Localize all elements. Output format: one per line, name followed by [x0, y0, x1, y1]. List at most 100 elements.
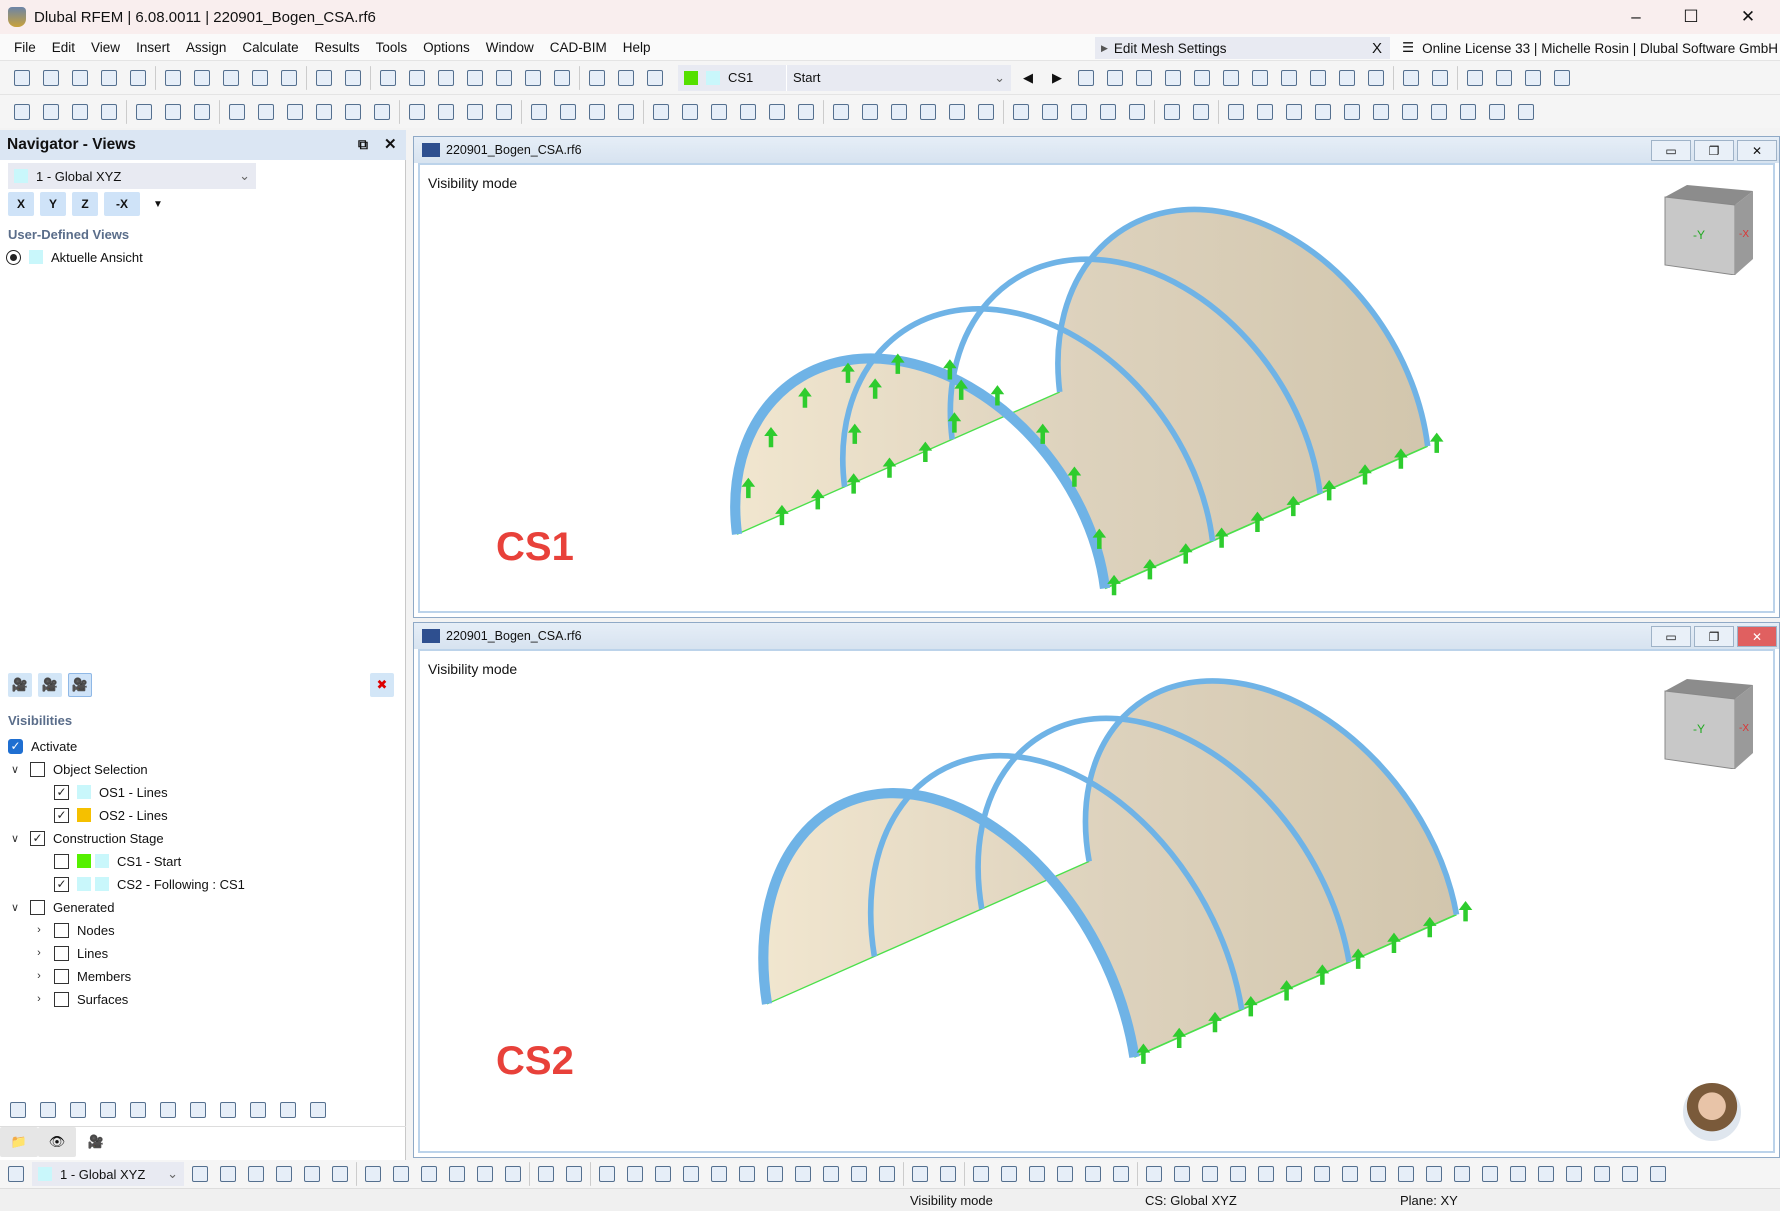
main-tool-icon-22[interactable] — [643, 66, 667, 90]
snap-tool-icon-15[interactable] — [595, 1162, 619, 1186]
snap-tool-icon-46[interactable] — [1478, 1162, 1502, 1186]
edit-tool-icon-6[interactable] — [161, 100, 185, 124]
bottom-view-select[interactable]: 1 - Global XYZ ⌄ — [32, 1162, 184, 1186]
view-axis-x-button[interactable]: X — [8, 192, 34, 216]
tree-checkbox[interactable] — [54, 945, 69, 961]
result-tool-icon-12[interactable] — [1399, 66, 1423, 90]
navigator-tool-icon-9[interactable] — [246, 1098, 270, 1122]
snap-tool-icon-39[interactable] — [1282, 1162, 1306, 1186]
navigator-tool-icon-2[interactable] — [36, 1098, 60, 1122]
main-tool-icon-21[interactable] — [614, 66, 638, 90]
edit-tool-icon-8[interactable] — [225, 100, 249, 124]
stage-name-select[interactable]: Start ⌄ — [786, 64, 1011, 91]
edit-tool-icon-46[interactable] — [1369, 100, 1393, 124]
support-arrow-icon[interactable] — [1429, 432, 1444, 453]
vault-surface[interactable] — [735, 209, 1428, 589]
snap-tool-icon-25[interactable] — [875, 1162, 899, 1186]
edit-tool-icon-20[interactable] — [585, 100, 609, 124]
previous-stage-icon[interactable]: ◀ — [1016, 66, 1040, 90]
menu-view[interactable]: View — [83, 40, 128, 55]
search-list-icon[interactable]: ☰ — [1402, 40, 1414, 56]
navigation-cube[interactable]: -Y -X — [1657, 677, 1753, 770]
menu-cad-bim[interactable]: CAD-BIM — [542, 40, 615, 55]
edit-tool-icon-2[interactable] — [39, 100, 63, 124]
main-tool-icon-3[interactable] — [68, 66, 92, 90]
snap-tool-icon-38[interactable] — [1254, 1162, 1278, 1186]
tab-views-camera-icon[interactable]: 🎥 — [76, 1127, 116, 1157]
edit-tool-icon-5[interactable] — [132, 100, 156, 124]
edit-tool-icon-11[interactable] — [312, 100, 336, 124]
main-tool-icon-11[interactable] — [312, 66, 336, 90]
tree-checkbox[interactable] — [54, 807, 69, 823]
main-tool-icon-15[interactable] — [434, 66, 458, 90]
snap-tool-icon-19[interactable] — [707, 1162, 731, 1186]
snap-tool-icon-52[interactable] — [1646, 1162, 1670, 1186]
construction-stage-select[interactable]: CS1 — [678, 64, 786, 91]
snap-tool-icon-29[interactable] — [997, 1162, 1021, 1186]
edit-tool-icon-13[interactable] — [370, 100, 394, 124]
snap-tool-icon-27[interactable] — [936, 1162, 960, 1186]
edit-tool-icon-29[interactable] — [858, 100, 882, 124]
snap-tool-icon-17[interactable] — [651, 1162, 675, 1186]
view-axis-z-button[interactable]: Z — [72, 192, 98, 216]
edit-tool-icon-9[interactable] — [254, 100, 278, 124]
edit-tool-icon-31[interactable] — [916, 100, 940, 124]
activate-checkbox[interactable] — [8, 738, 23, 754]
viewport-close-button[interactable]: ✕ — [1737, 626, 1777, 647]
float-panel-icon[interactable]: ⧉ — [358, 136, 368, 153]
viewport-minimize-button[interactable]: ▭ — [1651, 626, 1691, 647]
edit-tool-icon-33[interactable] — [974, 100, 998, 124]
snap-tool-icon-43[interactable] — [1394, 1162, 1418, 1186]
snap-tool-icon-11[interactable] — [473, 1162, 497, 1186]
tree-checkbox[interactable] — [30, 899, 45, 915]
tree-checkbox[interactable] — [54, 968, 69, 984]
menu-edit[interactable]: Edit — [44, 40, 83, 55]
main-tool-icon-18[interactable] — [521, 66, 545, 90]
chevron-right-icon[interactable]: › — [30, 947, 48, 959]
snap-tool-icon-8[interactable] — [389, 1162, 413, 1186]
chevron-down-icon[interactable]: ∨ — [6, 901, 24, 914]
main-tool-icon-12[interactable] — [341, 66, 365, 90]
edit-tool-icon-16[interactable] — [463, 100, 487, 124]
tree-checkbox[interactable] — [54, 922, 69, 938]
snap-tool-icon-23[interactable] — [819, 1162, 843, 1186]
edit-tool-icon-42[interactable] — [1253, 100, 1277, 124]
edit-tool-icon-21[interactable] — [614, 100, 638, 124]
main-tool-icon-1[interactable] — [10, 66, 34, 90]
snap-tool-icon-13[interactable] — [534, 1162, 558, 1186]
chevron-down-icon[interactable]: ∨ — [6, 832, 24, 845]
snap-tool-icon-47[interactable] — [1506, 1162, 1530, 1186]
model-canvas[interactable]: Visibility mode CS2 -Y -X — [418, 649, 1775, 1153]
main-tool-icon-17[interactable] — [492, 66, 516, 90]
navigator-tool-icon-10[interactable] — [276, 1098, 300, 1122]
snap-tool-icon-45[interactable] — [1450, 1162, 1474, 1186]
snap-tool-icon-7[interactable] — [361, 1162, 385, 1186]
main-tool-icon-7[interactable] — [190, 66, 214, 90]
snap-tool-icon-22[interactable] — [791, 1162, 815, 1186]
viewport-minimize-button[interactable]: ▭ — [1651, 140, 1691, 161]
menu-tools[interactable]: Tools — [368, 40, 416, 55]
chevron-right-icon[interactable]: › — [30, 970, 48, 982]
edit-tool-icon-30[interactable] — [887, 100, 911, 124]
model-3d-view[interactable] — [420, 165, 1773, 611]
navigator-tool-icon-4[interactable] — [96, 1098, 120, 1122]
model-canvas[interactable]: Visibility mode CS1 -Y -X — [418, 163, 1775, 613]
edit-tool-icon-24[interactable] — [707, 100, 731, 124]
snap-tool-icon-4[interactable] — [272, 1162, 296, 1186]
support-arrow-icon[interactable] — [1458, 901, 1473, 922]
snap-tool-icon-37[interactable] — [1226, 1162, 1250, 1186]
edit-tool-icon-17[interactable] — [492, 100, 516, 124]
snap-tool-icon-51[interactable] — [1618, 1162, 1642, 1186]
result-tool-icon-13[interactable] — [1428, 66, 1452, 90]
edit-tool-icon-25[interactable] — [736, 100, 760, 124]
main-tool-icon-13[interactable] — [376, 66, 400, 90]
user-avatar[interactable] — [1681, 1081, 1743, 1143]
navigator-tool-icon-7[interactable] — [186, 1098, 210, 1122]
result-tool-icon-10[interactable] — [1335, 66, 1359, 90]
result-tool-icon-1[interactable] — [1074, 66, 1098, 90]
model-3d-view[interactable] — [420, 651, 1773, 1151]
snap-tool-icon-18[interactable] — [679, 1162, 703, 1186]
edit-tool-icon-34[interactable] — [1009, 100, 1033, 124]
main-tool-icon-6[interactable] — [161, 66, 185, 90]
view-select[interactable]: 1 - Global XYZ ⌄ — [8, 163, 256, 189]
